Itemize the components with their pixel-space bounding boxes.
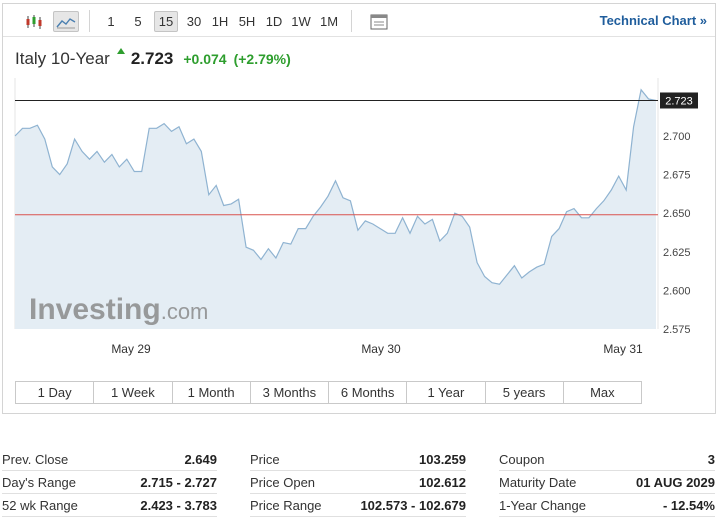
range-5-years[interactable]: 5 years	[486, 382, 564, 403]
stat-label: Maturity Date	[499, 474, 577, 490]
current-price-label: 2.723	[665, 95, 693, 107]
stat-value: 2.423 - 3.783	[140, 497, 217, 513]
stat-value: 102.573 - 102.679	[360, 497, 466, 513]
y-tick-label: 2.600	[663, 285, 691, 297]
stat-label: Price Open	[250, 474, 316, 490]
y-tick-label: 2.700	[663, 131, 691, 143]
x-tick-label: May 31	[603, 342, 643, 356]
y-tick-label: 2.675	[663, 170, 691, 182]
stat-coupon: Coupon 3	[499, 448, 715, 471]
range-1-year[interactable]: 1 Year	[407, 382, 486, 403]
x-tick-label: May 30	[361, 342, 401, 356]
range-6-months[interactable]: 6 Months	[329, 382, 408, 403]
stat-label: Day's Range	[2, 474, 77, 490]
range-1-month[interactable]: 1 Month	[173, 382, 251, 403]
stat-label: 52 wk Range	[2, 497, 78, 513]
stat-price-open: Price Open 102.612	[250, 471, 466, 494]
range-selector: 1 Day 1 Week 1 Month 3 Months 6 Months 1…	[15, 381, 642, 404]
stat-value: 102.612	[419, 474, 466, 490]
stat-value: - 12.54%	[662, 497, 715, 513]
stat-value: 2.649	[184, 451, 217, 467]
stat-price-range: Price Range 102.573 - 102.679	[250, 494, 466, 517]
stat-value: 01 AUG 2029	[635, 474, 715, 490]
stat-value: 3	[707, 451, 715, 467]
x-tick-label: May 29	[111, 342, 151, 356]
range-3-months[interactable]: 3 Months	[251, 382, 329, 403]
stat-label: Price	[250, 451, 280, 467]
range-1-day[interactable]: 1 Day	[16, 382, 95, 403]
y-tick-label: 2.575	[663, 324, 691, 336]
stat-value: 103.259	[419, 451, 466, 467]
stat-label: 1-Year Change	[499, 497, 586, 513]
stat-52wk-range: 52 wk Range 2.423 - 3.783	[2, 494, 217, 517]
y-tick-label: 2.650	[663, 208, 691, 220]
stat-value: 2.715 - 2.727	[140, 474, 217, 490]
stat-price: Price 103.259	[250, 448, 466, 471]
range-max[interactable]: Max	[564, 382, 641, 403]
y-tick-label: 2.625	[663, 247, 691, 259]
stat-label: Prev. Close	[2, 451, 69, 467]
range-1-week[interactable]: 1 Week	[94, 382, 173, 403]
price-chart[interactable]: Investing.com2.7232.7002.6752.6502.6252.…	[3, 4, 715, 374]
stat-maturity-date: Maturity Date 01 AUG 2029	[499, 471, 715, 494]
stat-label: Coupon	[499, 451, 545, 467]
chart-widget: 1 5 15 30 1H 5H 1D 1W 1M Technical Chart…	[2, 3, 716, 414]
stat-days-range: Day's Range 2.715 - 2.727	[2, 471, 217, 494]
stat-1-year-change: 1-Year Change - 12.54%	[499, 494, 715, 517]
stat-label: Price Range	[250, 497, 322, 513]
stat-prev-close: Prev. Close 2.649	[2, 448, 217, 471]
